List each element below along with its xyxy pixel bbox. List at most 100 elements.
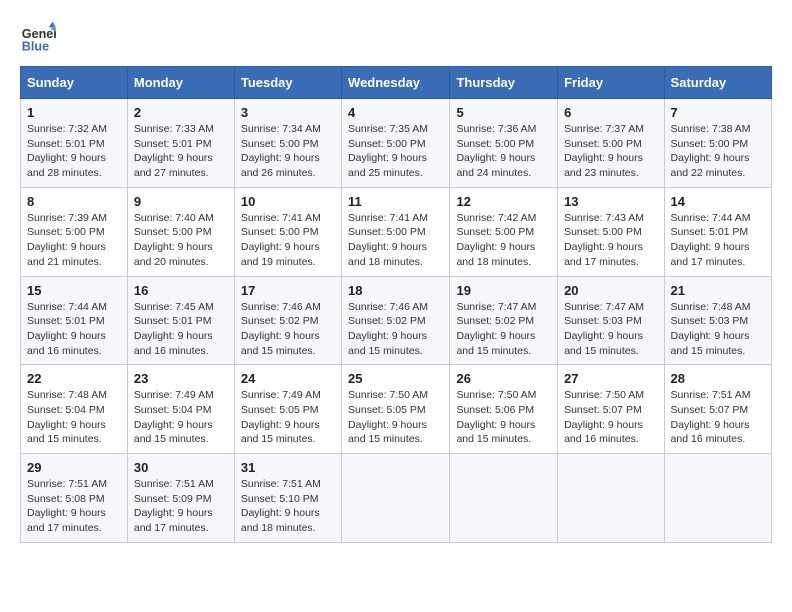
day-cell: 28 Sunrise: 7:51 AM Sunset: 5:07 PM Dayl… <box>664 365 771 454</box>
day-info: Sunrise: 7:37 AM Sunset: 5:00 PM Dayligh… <box>564 122 657 181</box>
day-cell: 7 Sunrise: 7:38 AM Sunset: 5:00 PM Dayli… <box>664 99 771 188</box>
sunrise-label: Sunrise: 7:46 AM <box>348 301 428 313</box>
daylight-label: Daylight: 9 hours and 15 minutes. <box>241 330 320 357</box>
day-number: 15 <box>27 283 121 298</box>
day-cell: 5 Sunrise: 7:36 AM Sunset: 5:00 PM Dayli… <box>450 99 558 188</box>
sunrise-label: Sunrise: 7:47 AM <box>456 301 536 313</box>
daylight-label: Daylight: 9 hours and 15 minutes. <box>348 419 427 446</box>
day-info: Sunrise: 7:50 AM Sunset: 5:05 PM Dayligh… <box>348 388 443 447</box>
daylight-label: Daylight: 9 hours and 26 minutes. <box>241 152 320 179</box>
sunrise-label: Sunrise: 7:45 AM <box>134 301 214 313</box>
sunset-label: Sunset: 5:03 PM <box>564 315 642 327</box>
sunset-label: Sunset: 5:00 PM <box>456 138 534 150</box>
day-cell <box>664 454 771 543</box>
day-number: 19 <box>456 283 551 298</box>
sunrise-label: Sunrise: 7:48 AM <box>27 389 107 401</box>
svg-text:Blue: Blue <box>22 40 49 54</box>
day-number: 20 <box>564 283 657 298</box>
daylight-label: Daylight: 9 hours and 15 minutes. <box>564 330 643 357</box>
day-cell: 15 Sunrise: 7:44 AM Sunset: 5:01 PM Dayl… <box>21 276 128 365</box>
calendar-table: SundayMondayTuesdayWednesdayThursdayFrid… <box>20 66 772 543</box>
sunrise-label: Sunrise: 7:49 AM <box>241 389 321 401</box>
sunset-label: Sunset: 5:10 PM <box>241 493 319 505</box>
week-row-2: 8 Sunrise: 7:39 AM Sunset: 5:00 PM Dayli… <box>21 187 772 276</box>
sunrise-label: Sunrise: 7:50 AM <box>456 389 536 401</box>
day-number: 26 <box>456 371 551 386</box>
sunset-label: Sunset: 5:05 PM <box>241 404 319 416</box>
day-number: 24 <box>241 371 335 386</box>
day-cell: 29 Sunrise: 7:51 AM Sunset: 5:08 PM Dayl… <box>21 454 128 543</box>
day-number: 8 <box>27 194 121 209</box>
day-cell: 1 Sunrise: 7:32 AM Sunset: 5:01 PM Dayli… <box>21 99 128 188</box>
sunset-label: Sunset: 5:00 PM <box>564 226 642 238</box>
day-cell: 3 Sunrise: 7:34 AM Sunset: 5:00 PM Dayli… <box>234 99 341 188</box>
sunset-label: Sunset: 5:07 PM <box>564 404 642 416</box>
sunrise-label: Sunrise: 7:51 AM <box>241 478 321 490</box>
sunset-label: Sunset: 5:04 PM <box>27 404 105 416</box>
sunrise-label: Sunrise: 7:46 AM <box>241 301 321 313</box>
day-cell: 26 Sunrise: 7:50 AM Sunset: 5:06 PM Dayl… <box>450 365 558 454</box>
sunrise-label: Sunrise: 7:39 AM <box>27 212 107 224</box>
daylight-label: Daylight: 9 hours and 15 minutes. <box>456 419 535 446</box>
header-cell-wednesday: Wednesday <box>342 67 450 99</box>
sunset-label: Sunset: 5:04 PM <box>134 404 212 416</box>
day-info: Sunrise: 7:46 AM Sunset: 5:02 PM Dayligh… <box>241 300 335 359</box>
day-info: Sunrise: 7:48 AM Sunset: 5:03 PM Dayligh… <box>671 300 765 359</box>
sunrise-label: Sunrise: 7:38 AM <box>671 123 751 135</box>
header-cell-sunday: Sunday <box>21 67 128 99</box>
day-number: 29 <box>27 460 121 475</box>
day-info: Sunrise: 7:46 AM Sunset: 5:02 PM Dayligh… <box>348 300 443 359</box>
daylight-label: Daylight: 9 hours and 16 minutes. <box>134 330 213 357</box>
sunrise-label: Sunrise: 7:51 AM <box>134 478 214 490</box>
day-cell: 16 Sunrise: 7:45 AM Sunset: 5:01 PM Dayl… <box>127 276 234 365</box>
header-cell-friday: Friday <box>558 67 664 99</box>
sunrise-label: Sunrise: 7:43 AM <box>564 212 644 224</box>
day-info: Sunrise: 7:38 AM Sunset: 5:00 PM Dayligh… <box>671 122 765 181</box>
daylight-label: Daylight: 9 hours and 15 minutes. <box>134 419 213 446</box>
day-number: 4 <box>348 105 443 120</box>
day-info: Sunrise: 7:32 AM Sunset: 5:01 PM Dayligh… <box>27 122 121 181</box>
day-cell: 21 Sunrise: 7:48 AM Sunset: 5:03 PM Dayl… <box>664 276 771 365</box>
day-number: 21 <box>671 283 765 298</box>
day-info: Sunrise: 7:47 AM Sunset: 5:03 PM Dayligh… <box>564 300 657 359</box>
day-cell: 31 Sunrise: 7:51 AM Sunset: 5:10 PM Dayl… <box>234 454 341 543</box>
day-cell: 30 Sunrise: 7:51 AM Sunset: 5:09 PM Dayl… <box>127 454 234 543</box>
day-number: 5 <box>456 105 551 120</box>
daylight-label: Daylight: 9 hours and 19 minutes. <box>241 241 320 268</box>
day-info: Sunrise: 7:49 AM Sunset: 5:05 PM Dayligh… <box>241 388 335 447</box>
day-cell: 2 Sunrise: 7:33 AM Sunset: 5:01 PM Dayli… <box>127 99 234 188</box>
day-info: Sunrise: 7:49 AM Sunset: 5:04 PM Dayligh… <box>134 388 228 447</box>
sunset-label: Sunset: 5:00 PM <box>671 138 749 150</box>
daylight-label: Daylight: 9 hours and 18 minutes. <box>241 507 320 534</box>
day-cell: 8 Sunrise: 7:39 AM Sunset: 5:00 PM Dayli… <box>21 187 128 276</box>
day-cell: 13 Sunrise: 7:43 AM Sunset: 5:00 PM Dayl… <box>558 187 664 276</box>
sunrise-label: Sunrise: 7:50 AM <box>564 389 644 401</box>
sunrise-label: Sunrise: 7:49 AM <box>134 389 214 401</box>
header-cell-saturday: Saturday <box>664 67 771 99</box>
sunrise-label: Sunrise: 7:34 AM <box>241 123 321 135</box>
day-cell: 22 Sunrise: 7:48 AM Sunset: 5:04 PM Dayl… <box>21 365 128 454</box>
day-number: 14 <box>671 194 765 209</box>
day-number: 10 <box>241 194 335 209</box>
day-cell <box>450 454 558 543</box>
daylight-label: Daylight: 9 hours and 15 minutes. <box>456 330 535 357</box>
daylight-label: Daylight: 9 hours and 15 minutes. <box>348 330 427 357</box>
day-number: 3 <box>241 105 335 120</box>
week-row-4: 22 Sunrise: 7:48 AM Sunset: 5:04 PM Dayl… <box>21 365 772 454</box>
daylight-label: Daylight: 9 hours and 27 minutes. <box>134 152 213 179</box>
sunset-label: Sunset: 5:02 PM <box>241 315 319 327</box>
sunset-label: Sunset: 5:03 PM <box>671 315 749 327</box>
daylight-label: Daylight: 9 hours and 22 minutes. <box>671 152 750 179</box>
day-number: 12 <box>456 194 551 209</box>
day-info: Sunrise: 7:51 AM Sunset: 5:08 PM Dayligh… <box>27 477 121 536</box>
day-info: Sunrise: 7:35 AM Sunset: 5:00 PM Dayligh… <box>348 122 443 181</box>
daylight-label: Daylight: 9 hours and 24 minutes. <box>456 152 535 179</box>
daylight-label: Daylight: 9 hours and 15 minutes. <box>27 419 106 446</box>
daylight-label: Daylight: 9 hours and 17 minutes. <box>27 507 106 534</box>
sunset-label: Sunset: 5:01 PM <box>27 138 105 150</box>
day-info: Sunrise: 7:44 AM Sunset: 5:01 PM Dayligh… <box>671 211 765 270</box>
sunrise-label: Sunrise: 7:41 AM <box>241 212 321 224</box>
daylight-label: Daylight: 9 hours and 20 minutes. <box>134 241 213 268</box>
daylight-label: Daylight: 9 hours and 16 minutes. <box>564 419 643 446</box>
daylight-label: Daylight: 9 hours and 16 minutes. <box>671 419 750 446</box>
